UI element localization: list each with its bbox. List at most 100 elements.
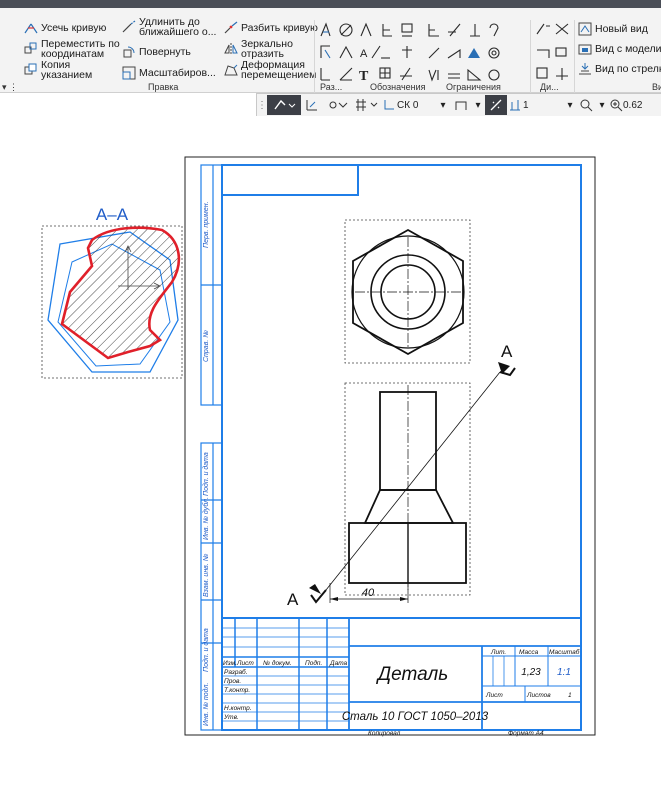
- side-label: Инв. № подл.: [202, 683, 210, 726]
- section-label: А–А: [96, 205, 129, 224]
- view-arrow-label: Вид по стрелке: [595, 63, 661, 75]
- split-curve-label: Разбить кривую: [241, 22, 318, 34]
- role-label: Н.контр.: [224, 705, 252, 712]
- ortho-button[interactable]: [301, 95, 325, 115]
- drawing-svg[interactable]: А–А Перв. примен. Справ. № Подп. и дата …: [0, 116, 661, 800]
- move-icon: [24, 42, 38, 56]
- copy-label: Копия указанием: [41, 59, 93, 81]
- split-curve-icon: [224, 21, 238, 35]
- chevron-down-icon[interactable]: ▾: [595, 95, 609, 115]
- side-label: Взам. инв. №: [203, 553, 210, 597]
- view-arrow-button[interactable]: Вид по стрелке: [578, 62, 661, 76]
- side-label: Подп. и дата: [202, 452, 210, 496]
- cut-label-bottom: А: [287, 590, 299, 609]
- extend-button[interactable]: Удлинить до ближайшего о...: [122, 17, 239, 37]
- material-label[interactable]: Сталь 10 ГОСТ 1050–2013: [342, 711, 489, 723]
- cs-select[interactable]: СК 0: [397, 95, 435, 115]
- window-title-bar: [0, 0, 661, 8]
- side-label: Перв. примен.: [203, 201, 210, 248]
- copy-icon: [24, 63, 38, 77]
- col-header: Подп.: [305, 659, 322, 667]
- move-label: Переместить по координатам: [41, 38, 120, 60]
- svg-text:A: A: [360, 48, 368, 60]
- group-separator: [314, 20, 315, 94]
- rotate-label: Повернуть: [139, 46, 191, 58]
- move-button[interactable]: Переместить по координатам: [24, 39, 131, 59]
- copied-label: Копировал: [368, 730, 401, 737]
- dimension-value[interactable]: 40: [362, 587, 375, 599]
- svg-text:T: T: [359, 69, 369, 82]
- section-view-a-a[interactable]: А–А: [41, 205, 183, 379]
- cs-icon: [381, 95, 397, 115]
- constraints-group-label: Ограничения: [446, 82, 501, 92]
- chevron-down-icon[interactable]: ▾: [563, 95, 577, 115]
- snap-icon: [274, 99, 296, 110]
- section-hatched-region: [60, 226, 181, 360]
- view-model-button[interactable]: Вид с модели...: [578, 42, 661, 56]
- zoom-fit-icon[interactable]: [577, 95, 595, 115]
- zoom-value[interactable]: 0.62: [623, 95, 647, 115]
- copy-button[interactable]: Копия указанием: [24, 60, 111, 80]
- line-style-icon[interactable]: [451, 95, 471, 115]
- sizes-group-label: Раз...: [320, 82, 343, 92]
- mirror-button[interactable]: Зеркально отразить: [224, 39, 311, 59]
- trim-curve-icon: [24, 21, 38, 35]
- role-label: Т.контр.: [224, 687, 250, 694]
- drawing-canvas[interactable]: А–А Перв. примен. Справ. № Подп. и дата …: [0, 116, 661, 800]
- extend-icon: [122, 20, 136, 34]
- sheets-label: Листов: [526, 692, 551, 699]
- chevron-down-icon[interactable]: ▾: [471, 95, 485, 115]
- drawing-sheet[interactable]: Перв. примен. Справ. № Подп. и дата Инв.…: [184, 156, 596, 737]
- view-model-icon: [578, 42, 592, 56]
- new-view-button[interactable]: Новый вид: [578, 22, 648, 36]
- rotate-icon: [122, 45, 136, 59]
- col-header: Лист: [236, 660, 254, 667]
- trim-curve-button[interactable]: Усечь кривую: [24, 21, 106, 35]
- zoom-icon[interactable]: [609, 95, 623, 115]
- snap-point-button[interactable]: [325, 95, 351, 115]
- scale-icon: [122, 66, 136, 80]
- ribbon-toolbar: Усечь кривую Удлинить до ближайшего о...…: [0, 8, 661, 94]
- view-model-label: Вид с модели...: [595, 43, 661, 55]
- sheets-count: 1: [568, 692, 572, 699]
- ortho-icon: [306, 100, 317, 111]
- mirror-label: Зеркально отразить: [241, 38, 293, 60]
- annotations-group-label: Обозначения: [370, 82, 426, 92]
- deform-icon: [224, 63, 238, 77]
- grid-button[interactable]: [351, 95, 381, 115]
- mass-value[interactable]: 1,23: [521, 667, 541, 678]
- views-group-label: Ви: [652, 82, 661, 92]
- grip-icon: ⋮: [257, 99, 267, 111]
- rotate-button[interactable]: Повернуть: [122, 45, 191, 59]
- grid-icon: [356, 99, 378, 111]
- mirror-icon: [224, 42, 238, 56]
- mass-header: Масса: [519, 649, 539, 656]
- chevron-down-icon[interactable]: ▾: [435, 95, 451, 115]
- step-icon: [490, 99, 502, 111]
- new-view-label: Новый вид: [595, 23, 648, 35]
- status-toolbar: ⋮ СК 0 ▾ ▾ 1 ▾ ▾ 0.62: [256, 93, 661, 117]
- col-header: № докум.: [263, 659, 292, 667]
- view-arrow-icon: [578, 62, 592, 76]
- scale-label: Масштабиров...: [139, 67, 216, 79]
- scale-button[interactable]: Масштабиров...: [122, 66, 216, 80]
- sheet-label: Лист: [485, 692, 503, 699]
- snap-point-icon: [329, 101, 348, 109]
- col-header: Дата: [329, 660, 348, 667]
- role-label: Пров.: [224, 678, 241, 685]
- side-label: Подп. и дата: [202, 628, 210, 672]
- scale-value[interactable]: 1:1: [557, 667, 571, 678]
- geometry-tools-grid[interactable]: A T: [318, 20, 528, 82]
- step-toggle-button[interactable]: [485, 95, 507, 115]
- trim-curve-label: Усечь кривую: [41, 22, 107, 34]
- split-curve-button[interactable]: Разбить кривую: [224, 21, 318, 35]
- step-input[interactable]: 1: [523, 95, 563, 115]
- step-value: 1: [523, 99, 529, 111]
- dimension-tools[interactable]: [534, 20, 574, 82]
- edit-group-label: Правка: [148, 82, 179, 92]
- part-title[interactable]: Деталь: [376, 664, 448, 685]
- col-header: Изм.: [223, 660, 237, 667]
- snap-toggle-button[interactable]: [267, 95, 301, 115]
- group-separator: [574, 20, 575, 94]
- group-expand-icon[interactable]: ▾ ⋮: [2, 82, 18, 93]
